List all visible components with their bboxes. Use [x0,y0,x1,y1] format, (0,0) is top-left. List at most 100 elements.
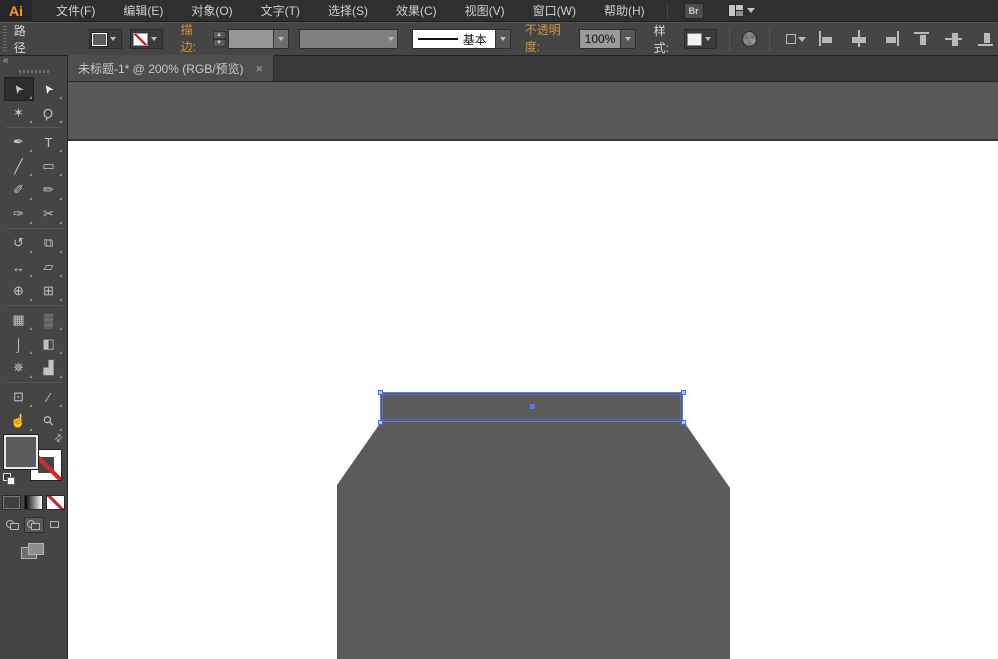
stroke-panel-link[interactable]: 描边: [181,21,207,57]
paintbrush-icon: ✐ [13,182,24,198]
tool-free-transform[interactable]: ▱ [34,255,64,279]
h-align-left-button[interactable] [816,29,838,49]
drawing-mode-buttons [0,517,67,533]
opacity-panel-link[interactable]: 不透明度: [525,21,574,57]
v-align-bottom-button[interactable] [976,29,998,49]
illustrator-window: Ai 文件(F)编辑(E)对象(O)文字(T)选择(S)效果(C)视图(V)窗口… [0,0,998,659]
bridge-button[interactable]: Br [684,3,704,19]
draw-behind-icon [31,523,40,530]
stroke-none-icon [133,33,148,46]
tool-zoom[interactable]: ⚲ [34,409,64,433]
v-align-top-icon [914,32,929,34]
v-align-top-button[interactable] [912,29,934,49]
menu-item[interactable]: 视图(V) [451,0,519,22]
tool-type[interactable]: T [34,130,64,154]
tab-close-icon[interactable]: × [256,61,264,76]
tool-paintbrush[interactable]: ✐ [4,178,34,202]
panel-grip[interactable] [2,26,8,52]
menu-item[interactable]: 对象(O) [177,0,246,22]
menu-item[interactable]: 文字(T) [247,0,314,22]
anchor-handle[interactable] [378,420,383,425]
dropdown-button[interactable] [495,30,510,48]
stroke-weight-stepper[interactable]: ▲ ▼ [213,31,226,47]
tool-slice[interactable]: ∕ [34,385,64,409]
canvas-area[interactable] [68,82,998,659]
column-graph-icon: ▟ [44,360,54,376]
line-segment-icon: ╱ [14,158,22,175]
screen-mode-button[interactable] [21,543,47,561]
none-button[interactable] [46,495,65,510]
h-align-right-icon [897,31,899,46]
tool-perspective-grid[interactable]: ⊞ [34,279,64,303]
fill-color-button[interactable] [89,29,122,49]
workspace-grid-icon [728,4,744,17]
tool-shape-builder[interactable]: ⊕ [4,279,34,303]
h-align-right-button[interactable] [880,29,902,49]
dropdown-button[interactable] [620,30,635,48]
gradient-button[interactable] [24,495,43,510]
menu-item[interactable]: 编辑(E) [109,0,177,22]
tool-symbol-sprayer[interactable]: ✵ [4,356,34,380]
stepper-up-icon[interactable]: ▲ [213,31,226,39]
tool-hand[interactable]: ☝ [4,409,34,433]
tool-gradient[interactable]: ▒ [34,308,64,332]
tool-scissors[interactable]: ✂ [34,202,64,226]
stepper-down-icon[interactable]: ▼ [213,39,226,47]
draw-inside[interactable] [45,517,65,533]
width-profile-dropdown[interactable] [299,29,398,49]
tool-rotate[interactable]: ↺ [4,231,34,255]
polygon-shape[interactable] [337,422,730,659]
tool-scale[interactable]: ⧉ [34,231,64,255]
menu-item[interactable]: 帮助(H) [590,0,659,22]
artboard[interactable] [68,139,998,659]
v-align-middle-button[interactable] [944,29,966,49]
document-tab[interactable]: 未标题-1* @ 200% (RGB/预览) × [68,55,274,81]
draw-behind[interactable] [24,517,44,533]
panel-collapse-button[interactable]: « [0,56,67,68]
color-button[interactable] [2,495,21,510]
align-options-button[interactable] [784,29,806,49]
opacity-value: 100% [580,30,620,48]
menu-item[interactable]: 窗口(W) [519,0,590,22]
tool-pencil[interactable]: ✏ [34,178,64,202]
tool-direct-selection[interactable]: ➤ [34,77,64,101]
stroke-weight-dropdown[interactable] [228,29,289,49]
anchor-handle[interactable] [681,390,686,395]
draw-inside-icon [50,521,59,528]
tool-blob-brush[interactable]: ✑ [4,202,34,226]
menu-item[interactable]: 文件(F) [42,0,109,22]
tool-magic-wand[interactable]: ✶ [4,101,34,125]
anchor-handle[interactable] [681,420,686,425]
brush-definition-dropdown[interactable]: 基本 [412,29,511,49]
anchor-handle[interactable] [378,390,383,395]
tool-eyedropper[interactable]: ⌡ [4,332,34,356]
menu-item[interactable]: 效果(C) [382,0,451,22]
tool-pen[interactable]: ✒ [4,130,34,154]
draw-normal[interactable] [3,517,23,533]
tool-lasso[interactable]: Ϙ [34,101,64,125]
chevron-down-icon [747,8,755,13]
tool-blend[interactable]: ◧ [34,332,64,356]
h-align-center-button[interactable] [848,29,870,49]
tool-artboard[interactable]: ⊡ [4,385,34,409]
tool-mesh[interactable]: ▦ [4,308,34,332]
fill-proxy[interactable] [4,435,38,469]
dropdown-button[interactable] [273,30,288,48]
menu-item[interactable]: 选择(S) [314,0,382,22]
swap-fill-stroke-icon[interactable]: ⇄ [52,432,66,446]
tool-column-graph[interactable]: ▟ [34,356,64,380]
opacity-dropdown[interactable]: 100% [579,29,636,49]
chevron-down-icon [388,37,394,41]
panel-drag-grip[interactable] [19,70,49,73]
recolor-artwork-icon[interactable] [742,31,757,47]
tool-width[interactable]: ↔ [4,255,34,279]
tool-selection[interactable]: ➤ [4,77,34,101]
tool-line-segment[interactable]: ╱ [4,154,34,178]
workspace-switcher-button[interactable] [728,4,755,17]
chevron-down-icon [151,37,157,41]
style-dropdown[interactable] [684,29,717,49]
tool-rectangle[interactable]: ▭ [34,154,64,178]
stroke-color-button[interactable] [130,29,163,49]
gradient-icon: ▒ [44,313,53,328]
default-fill-stroke-icon[interactable] [3,473,15,485]
